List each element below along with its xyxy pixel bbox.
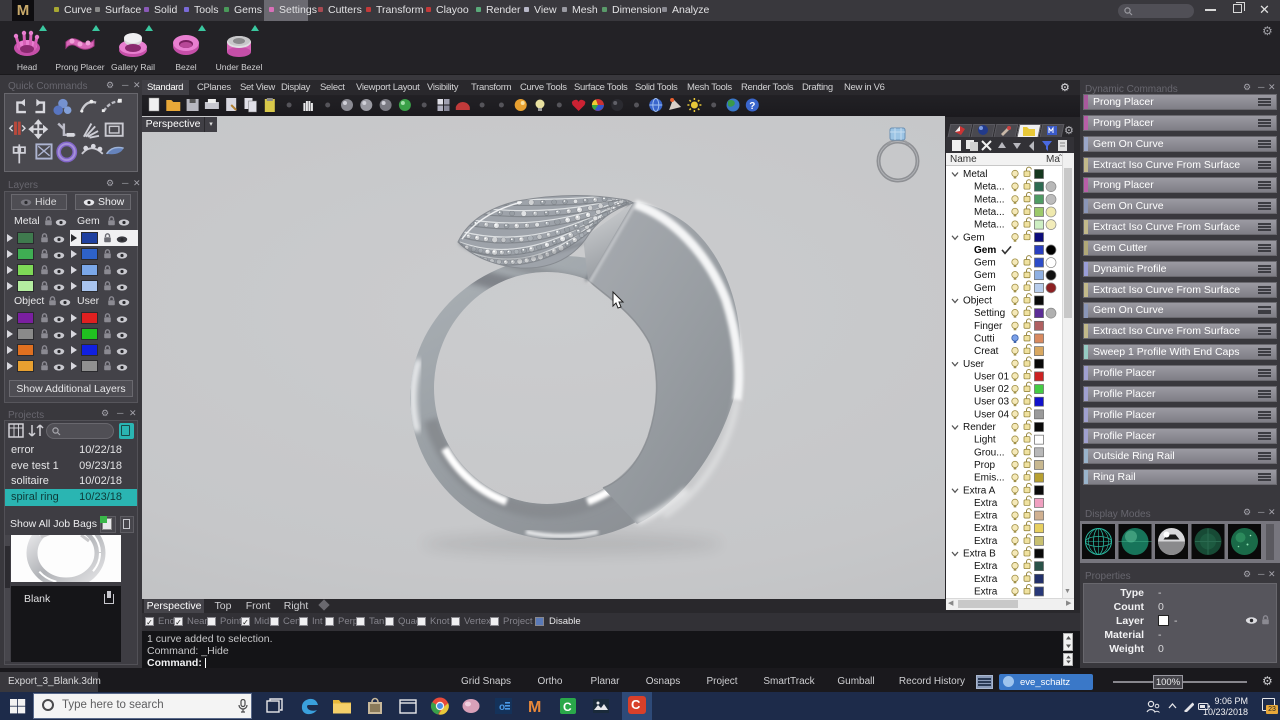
- svg-text:o: o: [499, 702, 505, 713]
- svg-text:C: C: [563, 700, 572, 714]
- svg-text:M: M: [528, 699, 541, 716]
